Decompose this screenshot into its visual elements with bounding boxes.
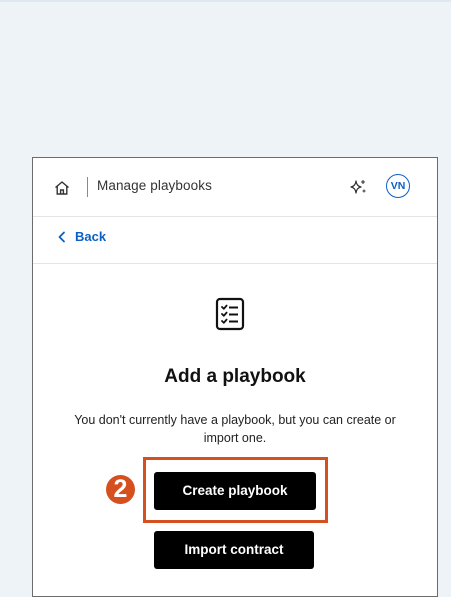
- checklist-icon: [215, 297, 245, 331]
- empty-state-description: You don't currently have a playbook, but…: [74, 413, 396, 445]
- chevron-left-icon: [58, 231, 65, 242]
- playbook-panel: Manage playbooks VN Back Add a playbook …: [32, 157, 438, 597]
- back-link[interactable]: Back: [57, 229, 106, 244]
- highlight-box: [143, 457, 328, 523]
- step-badge: 2: [106, 475, 135, 504]
- back-label: Back: [75, 229, 107, 244]
- panel-header: Manage playbooks VN: [33, 158, 437, 217]
- sparkle-icon[interactable]: [349, 178, 367, 196]
- back-row: Back: [33, 217, 437, 264]
- import-contract-button[interactable]: Import contract: [154, 531, 314, 569]
- avatar[interactable]: VN: [386, 174, 410, 198]
- empty-state-title: Add a playbook: [164, 366, 306, 387]
- home-icon[interactable]: [53, 179, 71, 197]
- top-strip: [0, 0, 451, 2]
- page-title: Manage playbooks: [97, 178, 212, 193]
- header-divider: [87, 177, 88, 197]
